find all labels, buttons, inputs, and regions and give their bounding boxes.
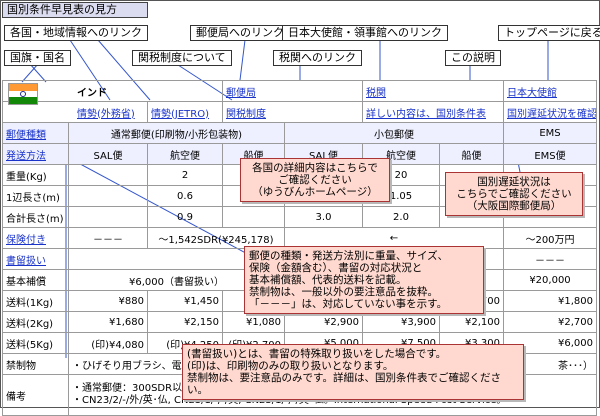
- customs-house-cell: 税関: [362, 80, 504, 102]
- group-header-regular: 通常郵便(印刷物/小形包装物): [68, 122, 285, 144]
- callout-line: 保険（金額含む）、書留の対応状況と: [249, 262, 423, 274]
- category-header-row: 郵便種類 通常郵便(印刷物/小形包装物) 小包郵便 EMS: [2, 122, 597, 144]
- table-cell: [68, 164, 148, 186]
- registered-link[interactable]: 書留扱い: [6, 256, 46, 267]
- embassy-cell: 日本大使館: [503, 80, 597, 102]
- row-label: 送料(1Kg): [2, 290, 69, 312]
- insurance-link[interactable]: 保険付き: [6, 235, 46, 246]
- row-label: 1辺長さ(m): [2, 185, 69, 207]
- table-cell: 3.0: [284, 206, 363, 228]
- category-label-link[interactable]: 郵便種類: [6, 130, 46, 141]
- country-row-1: インド 郵便局 税関 日本大使館: [2, 80, 597, 102]
- table-cell: ¥1,080: [222, 311, 285, 333]
- leader-postal: [239, 39, 246, 81]
- callout-line: こちらでご確認ください: [456, 188, 572, 200]
- row-label: 重量(Kg): [2, 164, 69, 186]
- table-cell: ¥880: [68, 290, 148, 312]
- table-row-fee-2kg: 送料(2Kg) ¥1,680 ¥2,150 ¥1,080 ¥2,900 ¥3,9…: [2, 311, 597, 333]
- row-label: 備考: [2, 374, 69, 416]
- callout-line: （ゆうびんホームページ）: [252, 186, 378, 198]
- info-jetro-link[interactable]: 情勢(JETRO): [151, 109, 209, 120]
- details-cell: 詳しい内容は、国別条件表: [362, 101, 504, 123]
- label-tax: 税関へのリンク: [273, 50, 362, 66]
- post-office-cell: 郵便局: [222, 80, 363, 102]
- flag-band-top: [9, 84, 37, 91]
- callout-delay-status: 国別遅延状況は こちらでご確認ください （大阪国際郵便局）: [445, 172, 583, 216]
- table-cell: ¥2,900: [284, 311, 363, 333]
- tariff-system-link[interactable]: 関税制度: [226, 109, 266, 120]
- callout-postal-types: 郵便の種類・発送方法別に重量、サイズ、 保険（金額含む）、書留の対応状況と 基本…: [244, 246, 484, 314]
- table-cell: ¥2,700: [503, 311, 597, 333]
- method-label-link[interactable]: 発送方法: [6, 151, 46, 162]
- row-label: 送料(5Kg): [2, 332, 69, 354]
- callout-line: 禁制物は、一般以外の要注意品を抜粋。: [249, 286, 438, 298]
- india-flag-icon: [8, 83, 38, 105]
- callout-line: 「－－－」は、対応していない事を示す。: [249, 298, 448, 310]
- jetro-cell: 情勢(JETRO): [147, 101, 223, 123]
- label-postal: 郵便局へのリンク: [190, 25, 290, 41]
- table-cell: ¥2,150: [147, 311, 223, 333]
- table-cell: ¥1,450: [147, 290, 223, 312]
- label-customs: 関税制度について: [132, 50, 232, 66]
- country-row-2: 情勢(外務省) 情勢(JETRO) 関税制度 詳しい内容は、国別条件表 国別遅延…: [2, 101, 597, 123]
- callout-line: 禁制物は、要注意品のみです。詳細は、国別条件表でご確認ください。: [187, 372, 501, 396]
- table-cell: －－－: [503, 248, 597, 270]
- table-cell: ¥20,000: [503, 269, 597, 291]
- label-country: 国旗・国名: [4, 50, 71, 66]
- method-header: 航空便: [147, 143, 223, 165]
- details-link[interactable]: 詳しい内容は、国別条件表: [366, 109, 486, 120]
- callout-line: 各国の詳細内容はこちらで: [252, 162, 378, 174]
- method-header: EMS便: [503, 143, 597, 165]
- callout-line: 国別遅延状況は: [477, 176, 551, 188]
- customs-house-link[interactable]: 税関: [366, 88, 386, 99]
- method-label-cell: 発送方法: [2, 143, 69, 165]
- callout-line: (印)は、印刷物のみの取り扱いとなります。: [187, 360, 394, 372]
- callout-yubin-homepage: 各国の詳細内容はこちらで ご確認ください （ゆうびんホームページ）: [240, 158, 390, 202]
- table-cell: －－－: [68, 227, 148, 249]
- ashoka-wheel-icon: [20, 91, 26, 97]
- table-cell: (印)¥4,080: [68, 332, 148, 354]
- label-regional: 各国・地域情報へのリンク: [4, 25, 148, 41]
- table-cell: 2.0: [362, 206, 440, 228]
- delay-cell: 国別遅延状況を確認する: [503, 101, 597, 123]
- method-header: SAL便: [68, 143, 148, 165]
- row-label: 送料(2Kg): [2, 311, 69, 333]
- table-cell: ¥2,100: [439, 311, 504, 333]
- table-cell: ¥1,680: [68, 311, 148, 333]
- table-cell: 0.6: [147, 185, 223, 207]
- label-top: トップページに戻る: [498, 25, 600, 41]
- flag-band-bottom: [9, 97, 37, 104]
- info-kaigai-link[interactable]: 情勢(外務省): [77, 109, 135, 120]
- table-cell: 2: [147, 164, 223, 186]
- label-explain: この説明: [445, 50, 501, 66]
- callout-line: 基本補償額、代表的送料を記載。: [249, 274, 407, 286]
- table-cell: ¥1,800: [503, 290, 597, 312]
- tariff-cell: 関税制度: [222, 101, 363, 123]
- post-office-link[interactable]: 郵便局: [226, 88, 256, 99]
- insurance-label-cell: 保険付き: [2, 227, 69, 249]
- method-header: 船便: [439, 143, 504, 165]
- registered-label-cell: 書留扱い: [2, 248, 69, 270]
- table-cell: [68, 206, 148, 228]
- table-cell: 0.9: [147, 206, 223, 228]
- label-embassy: 日本大使館・領事館へのリンク: [282, 25, 448, 41]
- callout-line: ご確認ください: [278, 174, 352, 186]
- callout-line: 郵便の種類・発送方法別に重量、サイズ、: [249, 250, 449, 262]
- row-label: 合計長さ(m): [2, 206, 69, 228]
- callout-line: （大阪国際郵便局）: [466, 200, 562, 212]
- row-label: 禁制物: [2, 353, 69, 375]
- callout-notes: (書留扱い)とは、書留の特殊取り扱いをした場合です。 (印)は、印刷物のみの取り…: [182, 344, 524, 400]
- embassy-link[interactable]: 日本大使館: [507, 88, 557, 99]
- table-cell: [222, 206, 285, 228]
- group-header-parcel: 小包郵便: [284, 122, 504, 144]
- table-cell: ～200万円: [503, 227, 597, 249]
- delay-status-link[interactable]: 国別遅延状況を確認する: [507, 109, 596, 120]
- callout-line: (書留扱い)とは、書留の特殊取り扱いをした場合です。: [187, 348, 447, 360]
- category-label-cell: 郵便種類: [2, 122, 69, 144]
- table-cell: ¥3,900: [362, 311, 440, 333]
- group-header-ems: EMS: [503, 122, 597, 144]
- table-cell: [68, 185, 148, 207]
- row-label: 基本補償: [2, 269, 69, 291]
